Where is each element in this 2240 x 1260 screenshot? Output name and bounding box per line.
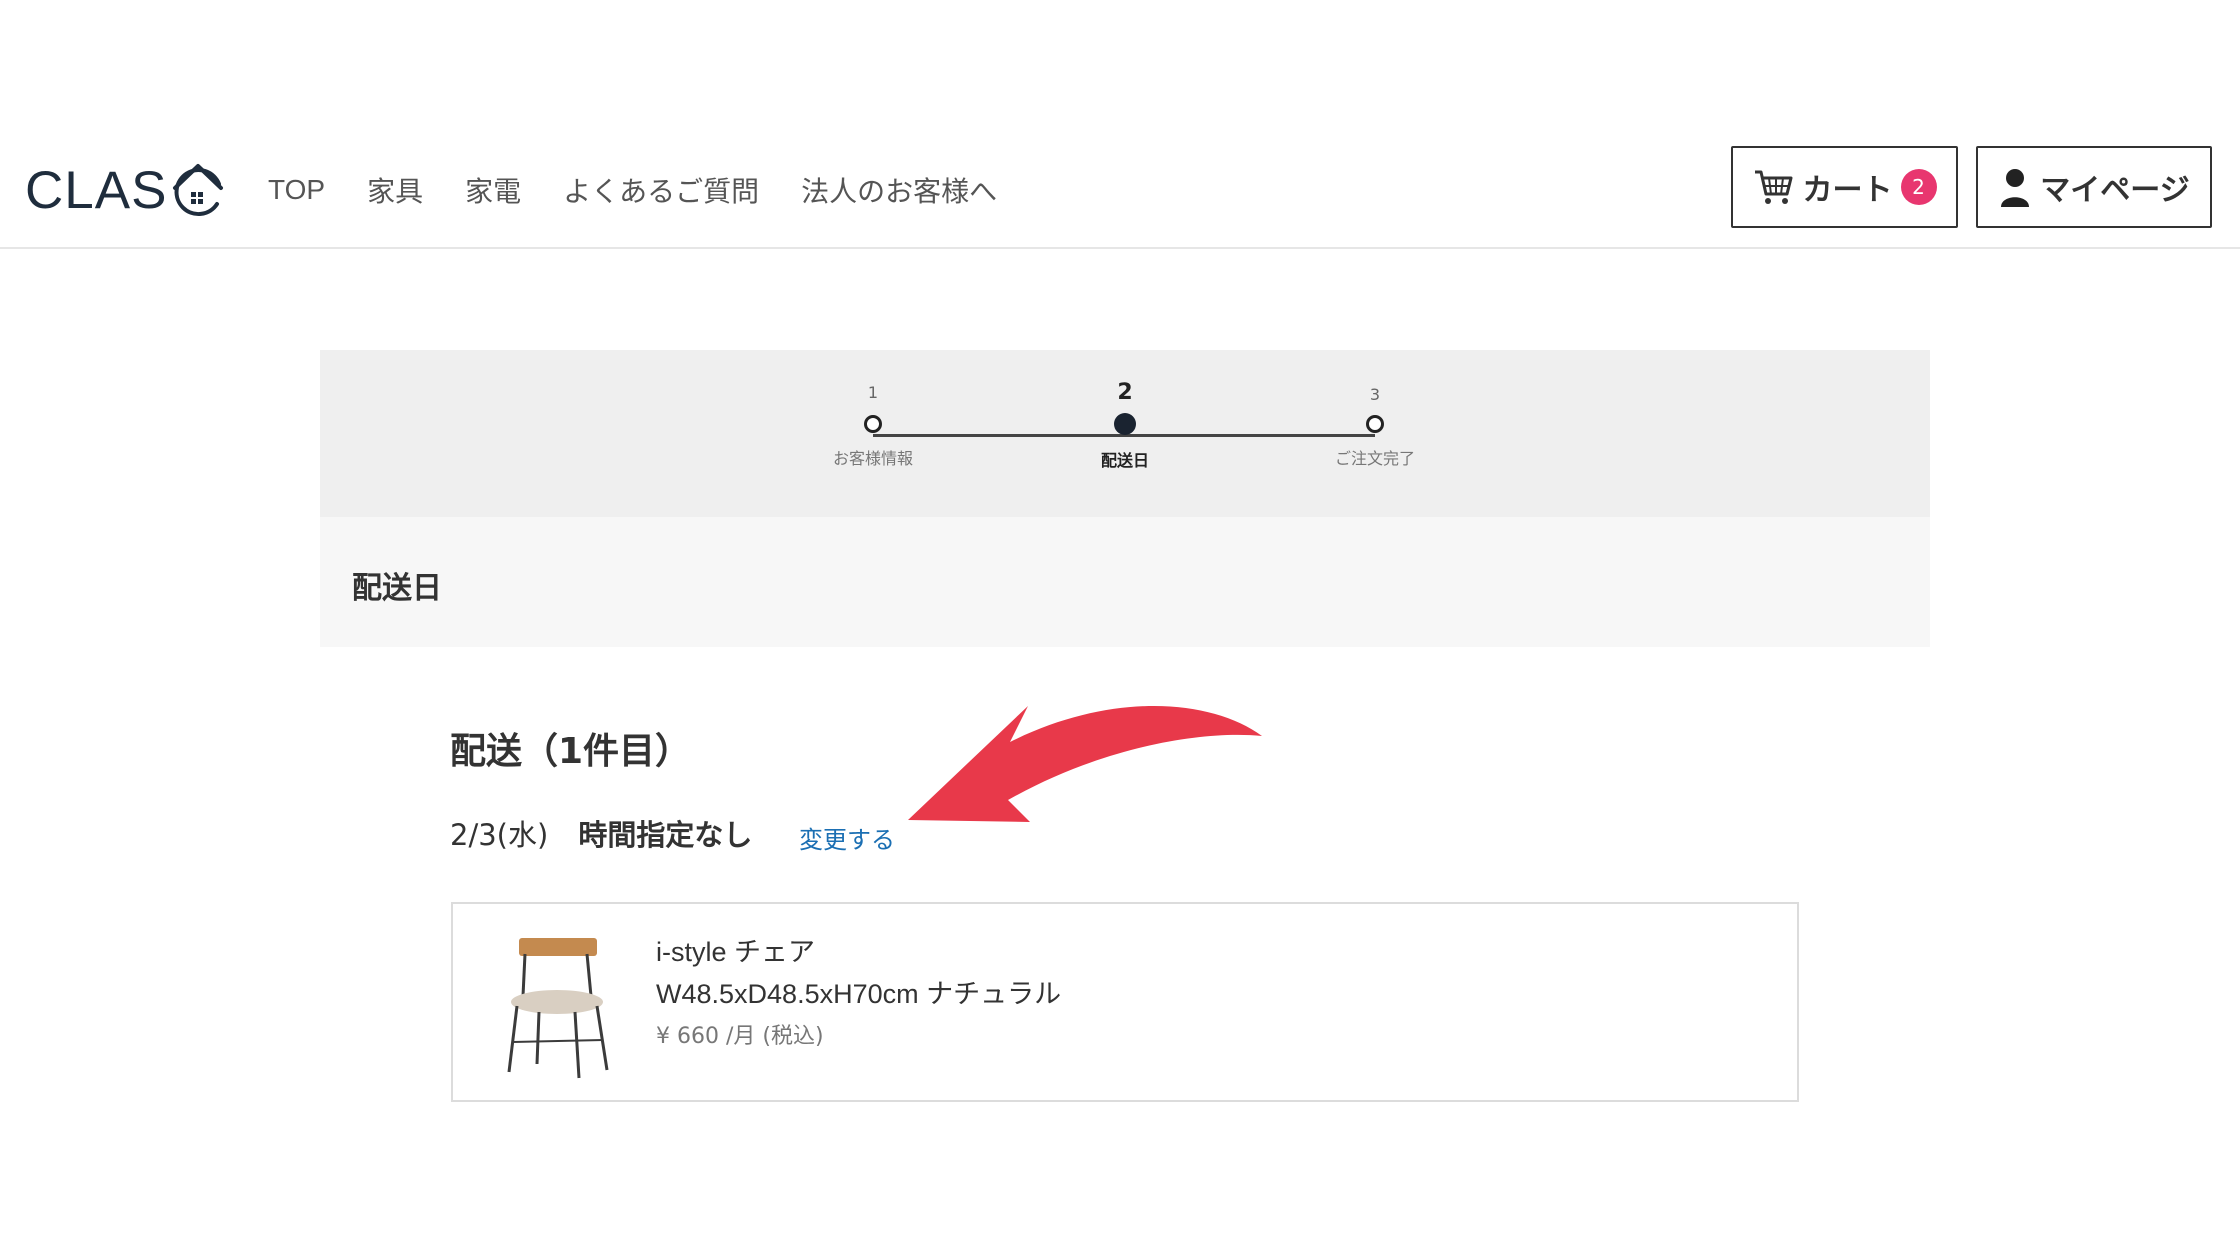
cart-label: カート xyxy=(1802,173,1893,208)
product-spec: W48.5xD48.5xH70cm ナチュラル xyxy=(656,979,1062,1009)
nav-faq[interactable]: よくあるご質問 xyxy=(563,170,759,210)
site-header: CLAS TOP 家具 家電 よくあるご質問 法人のお客様へ カート 2 マイペ… xyxy=(0,0,2240,249)
logo-house-icon xyxy=(173,164,224,217)
product-name: i-style チェア xyxy=(656,937,816,967)
mypage-button[interactable]: マイページ xyxy=(1976,146,2212,228)
nav-appliances[interactable]: 家電 xyxy=(465,170,521,210)
delivery-time: 時間指定なし xyxy=(578,818,753,852)
cart-button[interactable]: カート 2 xyxy=(1731,146,1958,228)
cart-icon xyxy=(1754,170,1792,204)
annotation-arrow-icon xyxy=(908,706,1262,822)
step-dot xyxy=(864,415,882,433)
step-delivery-date: 2 配送日 xyxy=(1025,380,1225,471)
logo-text: CLAS xyxy=(25,160,168,220)
change-delivery-link[interactable]: 変更する xyxy=(799,820,895,855)
section-title: 配送日 xyxy=(352,571,442,606)
delivery-title: 配送（1件目） xyxy=(450,731,692,772)
site-logo[interactable]: CLAS xyxy=(25,150,227,230)
mypage-label: マイページ xyxy=(2040,173,2190,208)
nav-furniture[interactable]: 家具 xyxy=(367,170,423,210)
section-header: 配送日 xyxy=(320,517,1930,647)
step-label: 配送日 xyxy=(1100,451,1149,470)
main-nav: TOP 家具 家電 よくあるご質問 法人のお客様へ xyxy=(268,168,1039,212)
step-number: 1 xyxy=(867,383,879,402)
step-label: お客様情報 xyxy=(832,449,913,468)
product-card: i-style チェア W48.5xD48.5xH70cm ナチュラル ¥ 66… xyxy=(451,902,1799,1102)
delivery-schedule: 2/3(水) 時間指定なし xyxy=(450,812,752,854)
chair-image xyxy=(507,938,609,1079)
step-dot-active xyxy=(1114,413,1136,435)
step-label: ご注文完了 xyxy=(1334,449,1415,468)
cart-count-badge: 2 xyxy=(1900,169,1937,205)
nav-top[interactable]: TOP xyxy=(268,174,325,206)
step-order-complete: 3 ご注文完了 xyxy=(1275,385,1475,469)
step-number: 3 xyxy=(1369,385,1381,404)
step-customer-info: 1 お客様情報 xyxy=(773,383,973,469)
step-dot xyxy=(1366,415,1384,433)
user-icon xyxy=(2001,169,2030,207)
step-number: 2 xyxy=(1117,380,1133,405)
nav-business[interactable]: 法人のお客様へ xyxy=(801,170,997,210)
delivery-date: 2/3(水) xyxy=(450,818,549,852)
product-price: ¥ 660 /月 (税込) xyxy=(656,1024,824,1049)
